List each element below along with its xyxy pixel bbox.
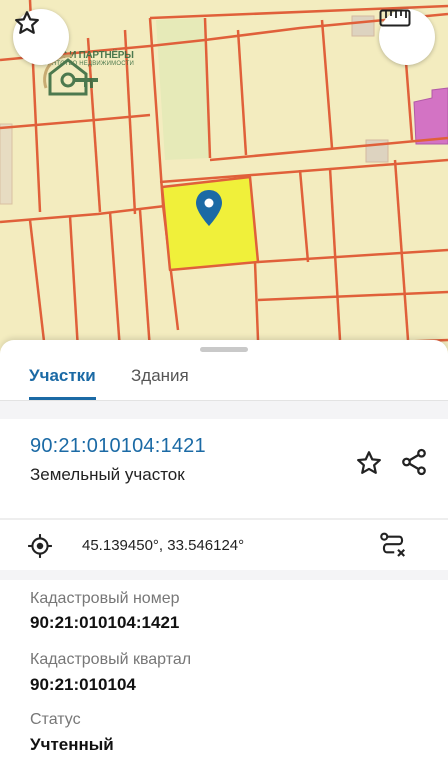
route-icon — [380, 532, 406, 557]
status-value: Учтенный — [30, 735, 114, 754]
coordinates-text: 45.139450°, 33.546124° — [82, 537, 245, 554]
tab-bar: Участки Здания — [0, 354, 448, 400]
cadastral-map[interactable]: ФУКС И ПАРТНЁРЫ АГЕНТСТВО НЕДВИЖИМОСТИ — [0, 0, 448, 360]
coordinates-row[interactable]: 45.139450°, 33.546124° — [0, 520, 448, 570]
section-separator — [0, 570, 448, 580]
cadastral-number-value[interactable]: 90:21:010104:1421 — [30, 613, 179, 633]
section-separator — [0, 401, 448, 419]
cadastral-number-label: Кадастровый номер — [30, 590, 180, 607]
parcel-favorite-button[interactable] — [352, 446, 386, 480]
cadastral-quarter-value[interactable]: 90:21:010104 — [30, 675, 136, 695]
parcel-number[interactable]: 90:21:010104:1421 — [30, 435, 206, 458]
map-favorite-button[interactable] — [13, 9, 69, 65]
status-label: Статус — [30, 711, 81, 728]
route-button[interactable] — [377, 531, 409, 561]
target-icon — [27, 533, 53, 559]
sheet-drag-handle[interactable] — [200, 347, 248, 352]
star-outline-icon — [15, 11, 39, 34]
map-ruler-button[interactable] — [379, 9, 435, 65]
parcel-bottom-sheet: Участки Здания 90:21:010104:1421 Земельн… — [0, 340, 448, 767]
tab-parcels[interactable]: Участки — [29, 360, 96, 400]
parcel-type: Земельный участок — [30, 465, 185, 484]
parcel-share-button[interactable] — [397, 444, 431, 480]
tab-buildings-label: Здания — [131, 366, 189, 385]
share-icon — [402, 448, 426, 476]
tab-buildings[interactable]: Здания — [131, 360, 189, 400]
cadastral-quarter-label: Кадастровый квартал — [30, 651, 192, 668]
star-outline-icon — [357, 451, 381, 474]
parcel-header: 90:21:010104:1421 Земельный участок — [0, 419, 448, 518]
ruler-icon — [379, 9, 411, 27]
tab-parcels-label: Участки — [29, 366, 96, 385]
